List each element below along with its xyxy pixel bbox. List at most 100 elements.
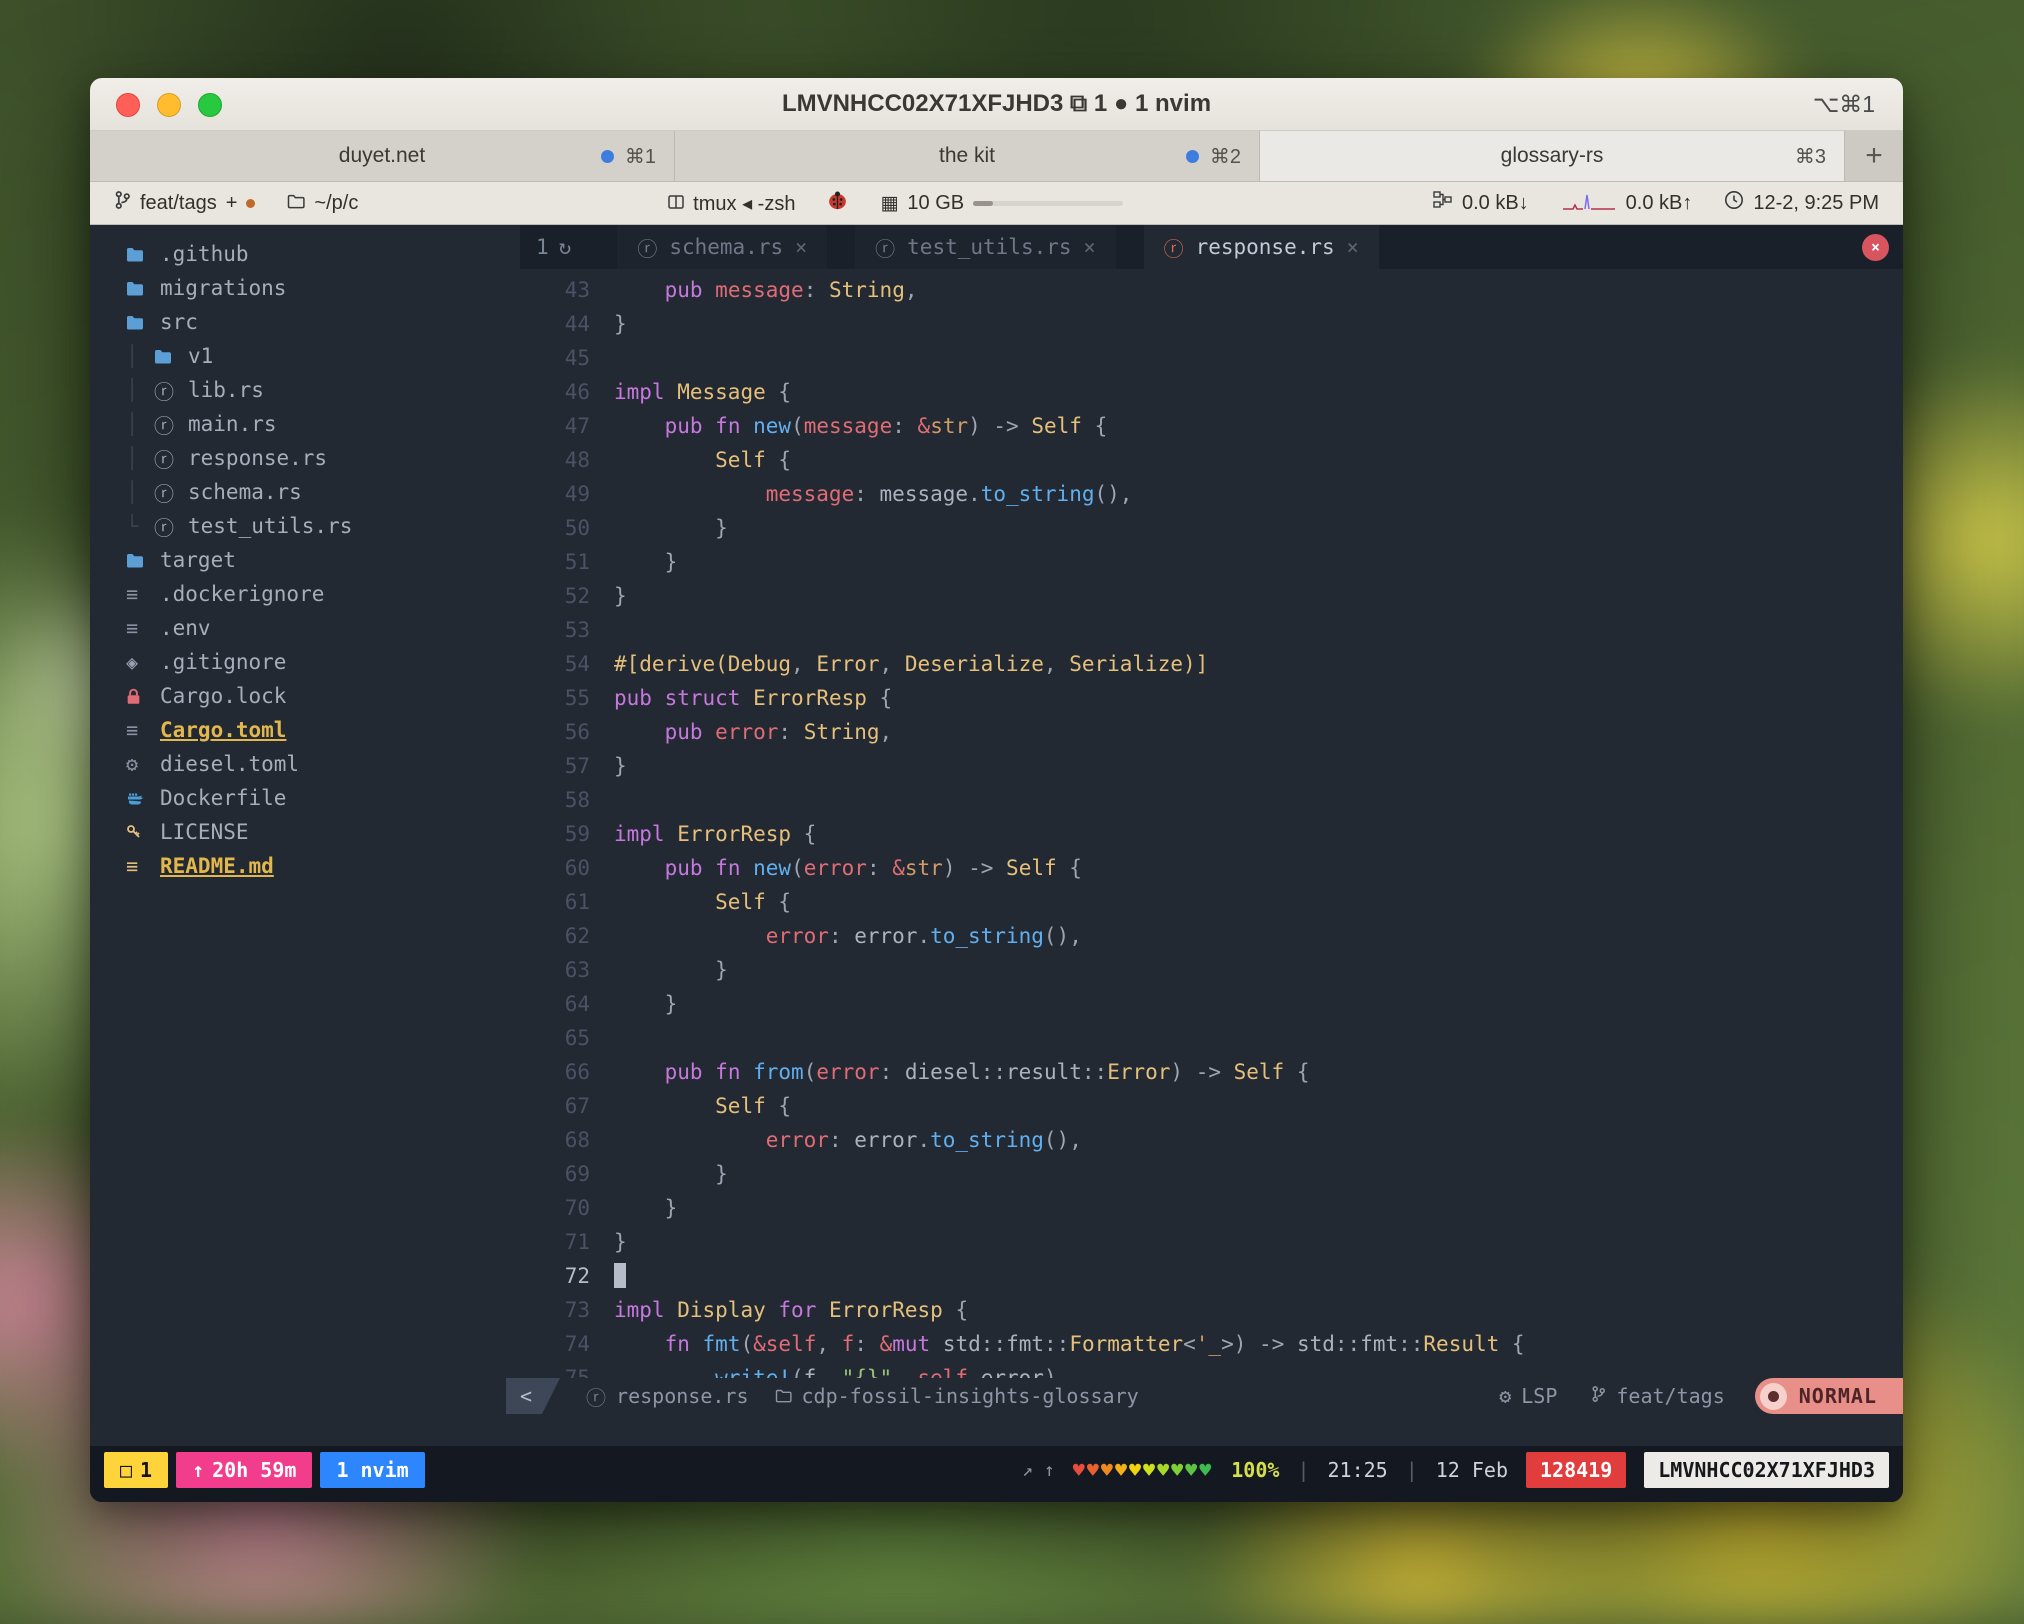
- code-line[interactable]: 66 pub fn from(error: diesel::result::Er…: [520, 1055, 1903, 1089]
- code-line[interactable]: 75 write!(f, "{}", self.error): [520, 1361, 1903, 1378]
- tree-item--github[interactable]: .github: [90, 237, 520, 271]
- code-line[interactable]: 62 error: error.to_string(),: [520, 919, 1903, 953]
- code-line[interactable]: 59impl ErrorResp {: [520, 817, 1903, 851]
- new-tab-button[interactable]: +: [1845, 131, 1903, 181]
- session-indicator[interactable]: tmux ◂ -zsh: [668, 191, 795, 216]
- git-branch-indicator[interactable]: feat/tags +: [114, 190, 255, 216]
- code-line[interactable]: 74 fn fmt(&self, f: &mut std::fmt::Forma…: [520, 1327, 1903, 1361]
- buffer-tab-response-rs[interactable]: ⓡresponse.rs×: [1144, 225, 1379, 269]
- minimize-button[interactable]: [157, 93, 181, 117]
- session-label: tmux ◂ -zsh: [693, 191, 795, 216]
- code-token: Deserialize: [905, 652, 1044, 676]
- code-line[interactable]: 45: [520, 341, 1903, 375]
- code-line[interactable]: 58: [520, 783, 1903, 817]
- code-line[interactable]: 51 }: [520, 545, 1903, 579]
- line-number: 65: [520, 1021, 590, 1055]
- tree-item-migrations[interactable]: migrations: [90, 271, 520, 305]
- code-line[interactable]: 55pub struct ErrorResp {: [520, 681, 1903, 715]
- tree-item-Cargo-lock[interactable]: Cargo.lock: [90, 679, 520, 713]
- code-token: {: [1082, 414, 1107, 438]
- tree-item-src[interactable]: src: [90, 305, 520, 339]
- code-token: "{}": [842, 1366, 893, 1378]
- tree-item-response-rs[interactable]: │ⓡresponse.rs: [90, 441, 520, 475]
- code-token: ,: [1044, 652, 1069, 676]
- close-buffer-icon[interactable]: ×: [795, 235, 807, 259]
- statusline-spacer: [90, 1378, 506, 1414]
- tree-item-diesel-toml[interactable]: ⚙diesel.toml: [90, 747, 520, 781]
- code-line[interactable]: 70 }: [520, 1191, 1903, 1225]
- cwd-indicator[interactable]: ~/p/c: [287, 192, 358, 215]
- code-line[interactable]: 64 }: [520, 987, 1903, 1021]
- tree-item-test_utils-rs[interactable]: └ⓡtest_utils.rs: [90, 509, 520, 543]
- memory-indicator[interactable]: ▦ 10 GB: [880, 192, 1123, 215]
- statusline-cwd[interactable]: cdp-fossil-insights-glossary: [775, 1378, 1139, 1414]
- tree-item--env[interactable]: ≡.env: [90, 611, 520, 645]
- code-token: Self: [1234, 1060, 1285, 1084]
- tree-item-Dockerfile[interactable]: Dockerfile: [90, 781, 520, 815]
- buffer-tab-test_utils-rs[interactable]: ⓡtest_utils.rs×: [855, 225, 1115, 269]
- code-line[interactable]: 60 pub fn new(error: &str) -> Self {: [520, 851, 1903, 885]
- code-line[interactable]: 56 pub error: String,: [520, 715, 1903, 749]
- tree-item-schema-rs[interactable]: │ⓡschema.rs: [90, 475, 520, 509]
- folder-icon: [154, 349, 182, 364]
- code-line[interactable]: 69 }: [520, 1157, 1903, 1191]
- network-down-indicator[interactable]: 0.0 kB↓: [1433, 191, 1529, 215]
- code-line[interactable]: 61 Self {: [520, 885, 1903, 919]
- tree-item-main-rs[interactable]: │ⓡmain.rs: [90, 407, 520, 441]
- close-buffer-icon[interactable]: ×: [1084, 235, 1096, 259]
- tree-item-lib-rs[interactable]: │ⓡlib.rs: [90, 373, 520, 407]
- tmux-segment-1[interactable]: ↑20h 59m: [176, 1452, 312, 1488]
- terminal-tab-glossary-rs[interactable]: glossary-rs⌘3: [1260, 131, 1845, 181]
- code-line[interactable]: 73impl Display for ErrorResp {: [520, 1293, 1903, 1327]
- code-line[interactable]: 63 }: [520, 953, 1903, 987]
- line-number: 59: [520, 817, 590, 851]
- code-line[interactable]: 47 pub fn new(message: &str) -> Self {: [520, 409, 1903, 443]
- tmux-segment-0[interactable]: □1: [104, 1452, 168, 1488]
- line-text: }: [614, 958, 728, 982]
- code-line[interactable]: 57}: [520, 749, 1903, 783]
- statusline-filename[interactable]: ⓡ response.rs: [586, 1378, 748, 1414]
- terminal-tab-duyet-net[interactable]: duyet.net⌘1: [90, 131, 675, 181]
- code-line[interactable]: 53: [520, 613, 1903, 647]
- close-buffer-icon[interactable]: ×: [1347, 235, 1359, 259]
- tree-item-LICENSE[interactable]: LICENSE: [90, 815, 520, 849]
- network-up-indicator[interactable]: 0.0 kB↑: [1561, 189, 1693, 217]
- statusline-branch[interactable]: feat/tags: [1591, 1378, 1724, 1414]
- code-line[interactable]: 48 Self {: [520, 443, 1903, 477]
- nvim-cmdline: [90, 1414, 1903, 1446]
- buffer-tab-schema-rs[interactable]: ⓡschema.rs×: [617, 225, 827, 269]
- folder-icon: [126, 281, 154, 296]
- code-line[interactable]: 50 }: [520, 511, 1903, 545]
- tree-item-target[interactable]: target: [90, 543, 520, 577]
- clock-indicator[interactable]: 12-2, 9:25 PM: [1724, 190, 1879, 216]
- tree-item--dockerignore[interactable]: ≡.dockerignore: [90, 577, 520, 611]
- tmux-segment-2[interactable]: 1 nvim: [320, 1452, 424, 1488]
- close-button[interactable]: [116, 93, 140, 117]
- code-line[interactable]: 52}: [520, 579, 1903, 613]
- debug-indicator[interactable]: [827, 191, 848, 216]
- code-line[interactable]: 49 message: message.to_string(),: [520, 477, 1903, 511]
- code-line[interactable]: 72: [520, 1259, 1903, 1293]
- code-line[interactable]: 65: [520, 1021, 1903, 1055]
- diagnostic-badge[interactable]: ×: [1862, 234, 1889, 261]
- code-token: std: [943, 1332, 981, 1356]
- tree-item-Cargo-toml[interactable]: ≡Cargo.toml: [90, 713, 520, 747]
- terminal-tab-the-kit[interactable]: the kit⌘2: [675, 131, 1260, 181]
- zoom-button[interactable]: [198, 93, 222, 117]
- tree-item-v1[interactable]: │v1: [90, 339, 520, 373]
- code-line[interactable]: 71}: [520, 1225, 1903, 1259]
- statusline-lsp[interactable]: ⚙ LSP: [1499, 1378, 1557, 1414]
- tree-item--gitignore[interactable]: ◈.gitignore: [90, 645, 520, 679]
- code-line[interactable]: 44}: [520, 307, 1903, 341]
- code-line[interactable]: 67 Self {: [520, 1089, 1903, 1123]
- code-line[interactable]: 68 error: error.to_string(),: [520, 1123, 1903, 1157]
- line-text: pub error: String,: [614, 720, 892, 744]
- rust-icon: ⓡ: [1164, 233, 1184, 262]
- readme-icon: ≡: [126, 854, 154, 878]
- code-line[interactable]: 43 pub message: String,: [520, 273, 1903, 307]
- code-line[interactable]: 46impl Message {: [520, 375, 1903, 409]
- tree-item-README-md[interactable]: ≡README.md: [90, 849, 520, 883]
- code-line[interactable]: 54#[derive(Debug, Error, Deserialize, Se…: [520, 647, 1903, 681]
- code-token: impl: [614, 380, 665, 404]
- tree-item-label: .gitignore: [160, 650, 286, 674]
